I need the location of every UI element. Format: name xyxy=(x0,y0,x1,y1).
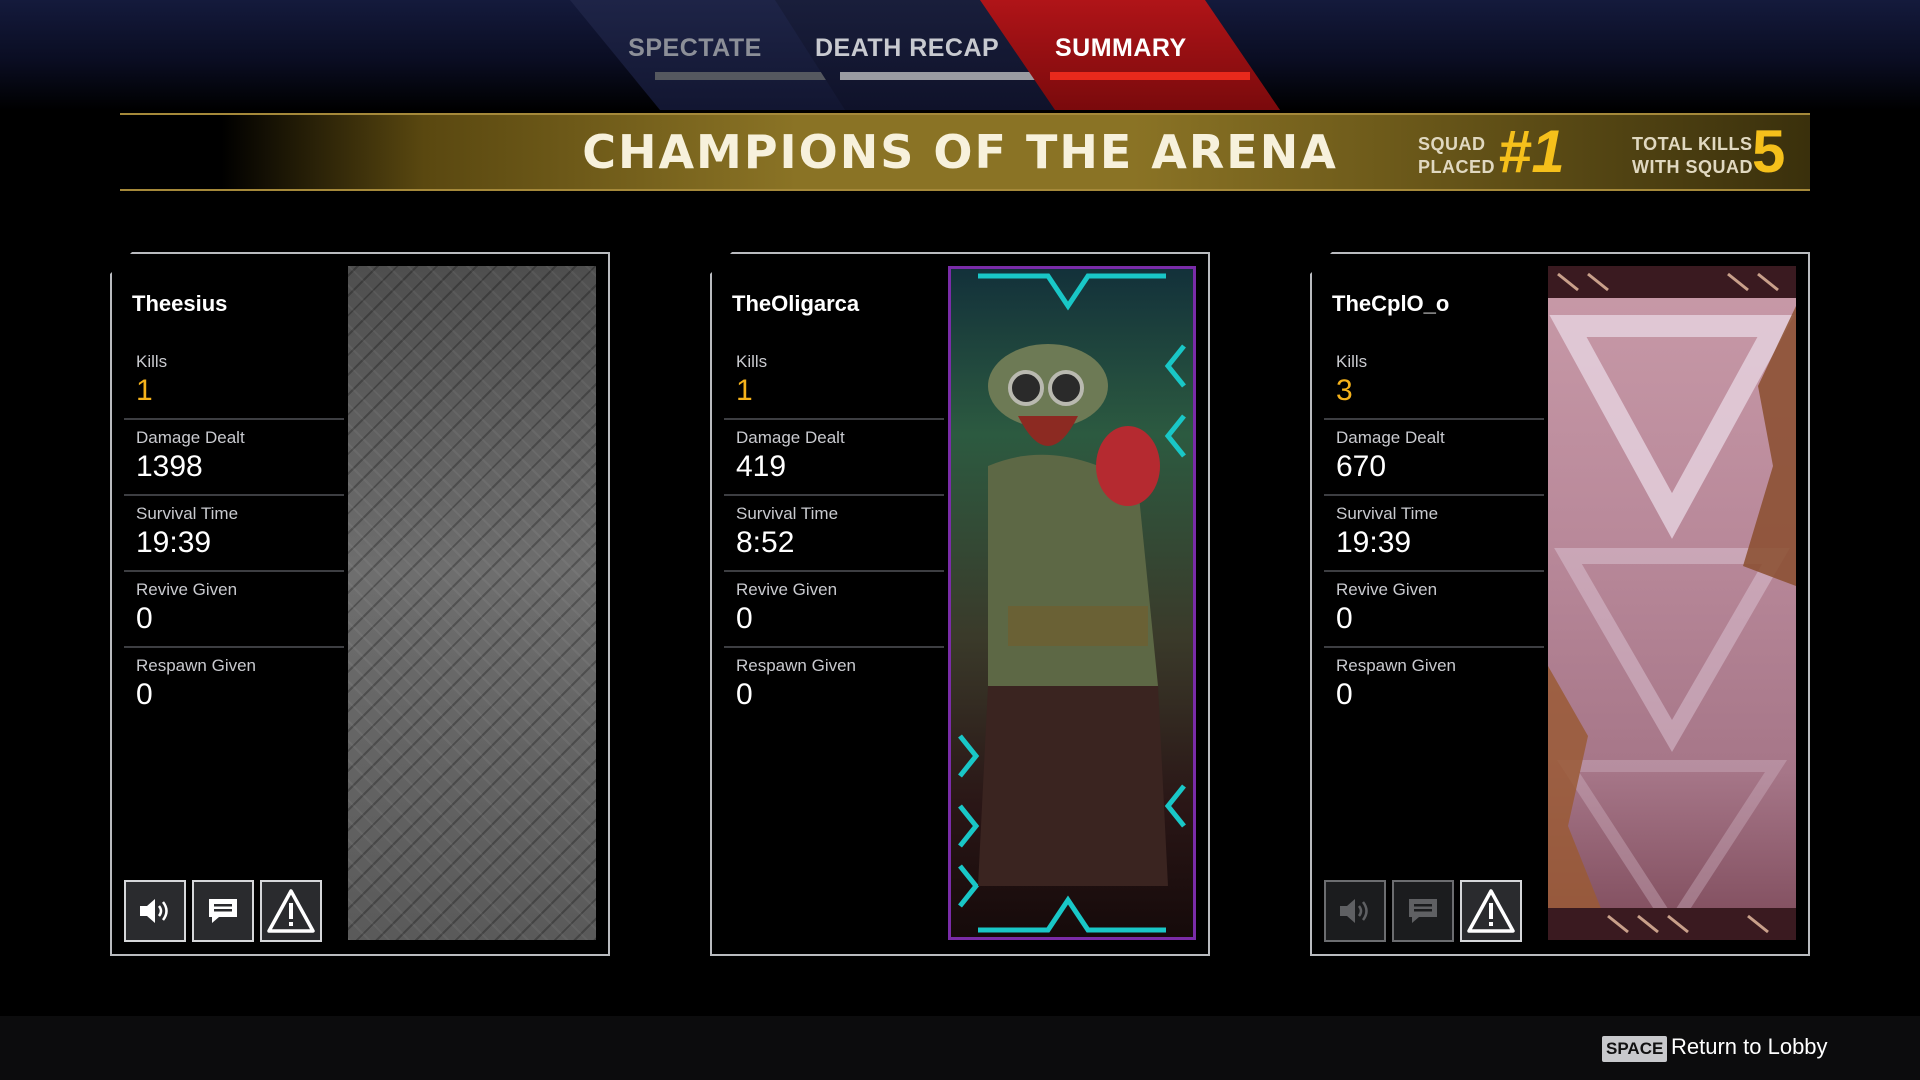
stat-survival: Survival Time 19:39 xyxy=(1324,496,1544,572)
total-kills-label-line1: TOTAL KILLS xyxy=(1632,134,1753,154)
squad-placed-value: #1 xyxy=(1498,118,1565,185)
chat-button[interactable] xyxy=(1392,880,1454,942)
stat-survival: Survival Time 19:39 xyxy=(124,496,344,572)
stat-respawn-label: Respawn Given xyxy=(136,656,257,675)
stat-revive-value: 0 xyxy=(136,602,153,635)
stat-damage-label: Damage Dealt xyxy=(736,428,845,447)
stat-damage-value: 1398 xyxy=(136,450,203,483)
stat-survival-label: Survival Time xyxy=(1336,504,1439,523)
mute-button[interactable] xyxy=(124,880,186,942)
stat-kills-label: Kills xyxy=(1336,352,1368,371)
stat-damage-value: 419 xyxy=(736,450,787,483)
stat-kills-value: 1 xyxy=(136,374,153,407)
report-button[interactable] xyxy=(260,880,322,942)
stat-kills: Kills 1 xyxy=(124,344,344,420)
total-kills-label-line2: WITH SQUAD xyxy=(1632,157,1753,177)
player-card: TheOligarca Kills 1 Damage Dealt 419 Sur… xyxy=(710,252,1210,956)
stat-survival-value: 8:52 xyxy=(736,526,795,559)
tab-bar: SPECTATE DEATH RECAP SUMMARY xyxy=(570,0,1290,110)
stat-damage-label: Damage Dealt xyxy=(1336,428,1445,447)
stat-damage-value: 670 xyxy=(1336,450,1387,483)
stat-respawn: Respawn Given 0 xyxy=(724,648,944,724)
player-banner-image xyxy=(948,266,1196,940)
stat-kills-value: 3 xyxy=(1336,374,1353,407)
stat-revive: Revive Given 0 xyxy=(124,572,344,648)
player-name: TheOligarca xyxy=(732,291,860,316)
stat-damage-label: Damage Dealt xyxy=(136,428,245,447)
stat-damage: Damage Dealt 670 xyxy=(1324,420,1544,496)
stat-kills: Kills 3 xyxy=(1324,344,1544,420)
pink-triangles-art xyxy=(1548,266,1796,940)
stat-survival-label: Survival Time xyxy=(136,504,239,523)
tab-spectate-label: SPECTATE xyxy=(628,34,762,62)
tab-spectate-underline xyxy=(655,72,845,80)
stat-damage: Damage Dealt 419 xyxy=(724,420,944,496)
stat-respawn-value: 0 xyxy=(1336,678,1353,711)
stat-revive: Revive Given 0 xyxy=(724,572,944,648)
chat-button[interactable] xyxy=(192,880,254,942)
stat-kills: Kills 1 xyxy=(724,344,944,420)
space-key-hint: SPACE xyxy=(1602,1036,1668,1062)
chat-bubble-icon xyxy=(209,899,237,923)
squad-placed-label-line2: PLACED xyxy=(1418,157,1496,177)
stat-respawn-value: 0 xyxy=(736,678,753,711)
speaker-icon xyxy=(1340,899,1368,923)
total-kills-value: 5 xyxy=(1752,118,1786,185)
stat-respawn-value: 0 xyxy=(136,678,153,711)
tab-summary-label: SUMMARY xyxy=(1055,34,1187,62)
speaker-icon xyxy=(140,899,168,923)
chat-bubble-icon xyxy=(1409,899,1437,923)
total-kills-label: TOTAL KILLS WITH SQUAD xyxy=(1632,133,1753,179)
stat-revive-value: 0 xyxy=(736,602,753,635)
return-to-lobby-button[interactable]: Return to Lobby xyxy=(1671,1034,1828,1060)
player-name: TheCplO_o xyxy=(1332,291,1450,316)
stat-respawn-label: Respawn Given xyxy=(1336,656,1457,675)
player-actions xyxy=(1324,880,1522,942)
stat-respawn: Respawn Given 0 xyxy=(1324,648,1544,724)
stat-kills-label: Kills xyxy=(136,352,168,371)
stat-revive-label: Revive Given xyxy=(1336,580,1438,599)
stat-respawn-label: Respawn Given xyxy=(736,656,857,675)
stat-survival-value: 19:39 xyxy=(136,526,212,559)
player-actions xyxy=(124,880,322,942)
stat-revive-label: Revive Given xyxy=(736,580,838,599)
player-card: TheCplO_o Kills 3 Damage Dealt 670 Survi… xyxy=(1310,252,1810,956)
stat-revive: Revive Given 0 xyxy=(1324,572,1544,648)
champion-banner: CHAMPIONS OF THE ARENA SQUAD PLACED #1 T… xyxy=(120,113,1810,191)
squad-placed-label-line1: SQUAD xyxy=(1418,134,1486,154)
player-card: Theesius Kills 1 Damage Dealt 1398 Survi… xyxy=(110,252,610,956)
warning-icon xyxy=(267,889,315,933)
bloodhound-art xyxy=(948,266,1196,940)
player-name: Theesius xyxy=(132,291,228,316)
stat-survival-label: Survival Time xyxy=(736,504,839,523)
squad-placed-label: SQUAD PLACED xyxy=(1418,133,1495,179)
stat-damage: Damage Dealt 1398 xyxy=(124,420,344,496)
report-button[interactable] xyxy=(1460,880,1522,942)
stat-revive-value: 0 xyxy=(1336,602,1353,635)
stat-kills-label: Kills xyxy=(736,352,768,371)
stat-kills-value: 1 xyxy=(736,374,753,407)
mute-button[interactable] xyxy=(1324,880,1386,942)
stat-survival-value: 19:39 xyxy=(1336,526,1412,559)
tab-death-recap-underline xyxy=(840,72,1040,80)
player-banner-image xyxy=(348,266,596,940)
tab-summary-underline xyxy=(1050,72,1250,80)
warning-icon xyxy=(1467,889,1515,933)
stat-respawn: Respawn Given 0 xyxy=(124,648,344,724)
player-banner-image xyxy=(1548,266,1796,940)
stat-revive-label: Revive Given xyxy=(136,580,238,599)
stat-survival: Survival Time 8:52 xyxy=(724,496,944,572)
